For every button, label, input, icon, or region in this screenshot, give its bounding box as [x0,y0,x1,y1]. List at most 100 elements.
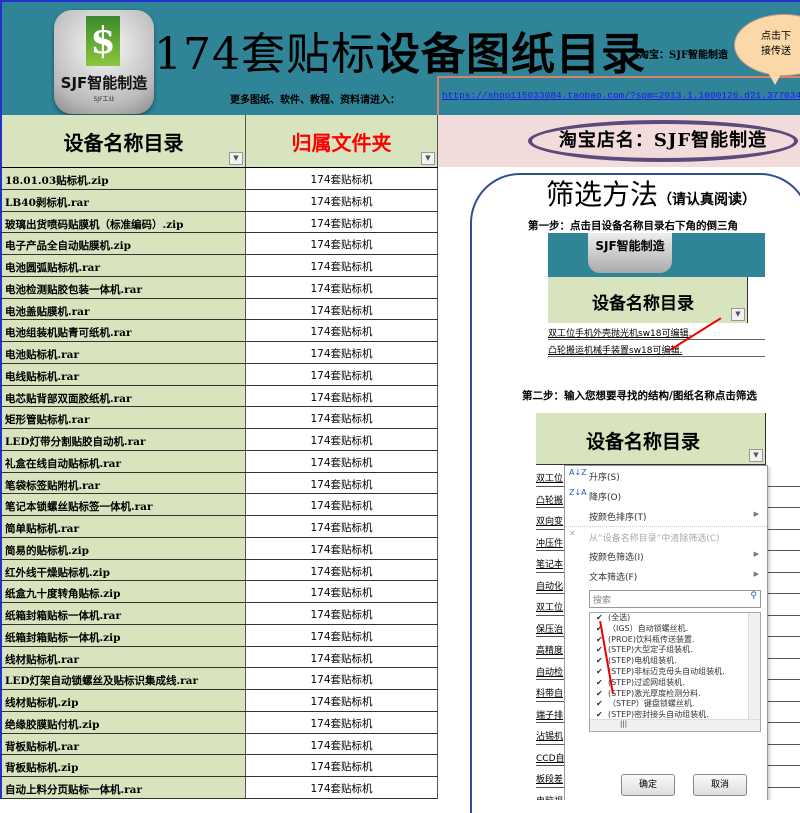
filter-dropdown-icon[interactable]: ▼ [229,152,243,165]
folder-cell[interactable]: 174套贴标机 [246,516,438,537]
table-row[interactable]: 电池检测贴胶包装一体机.rar 174套贴标机 [2,276,438,299]
filter-checkbox-item[interactable]: (STEP)过滤网组装机. [590,678,760,689]
folder-cell[interactable]: 174套贴标机 [246,429,438,450]
filter-checkbox-item[interactable]: （STEP）键盘锁螺丝机. [590,699,760,710]
folder-cell[interactable]: 174套贴标机 [246,690,438,711]
vertical-scrollbar[interactable] [748,613,760,721]
filter-checkbox-item[interactable]: （IGS）自动锁螺丝机. [590,624,760,635]
equipment-name-cell[interactable]: 礼盒在线自动贴标机.rar [2,450,246,472]
folder-cell[interactable]: 174套贴标机 [246,755,438,776]
equipment-name-cell[interactable]: 电芯贴背部双面胶纸机.rar [2,385,246,407]
table-row[interactable]: 笔袋标签贴附机.rar 174套贴标机 [2,472,438,495]
table-row[interactable]: 电芯贴背部双面胶纸机.rar 174套贴标机 [2,385,438,408]
cancel-button[interactable]: 取消 [693,774,747,796]
table-row[interactable]: 背板贴标机.zip 174套贴标机 [2,755,438,777]
table-row[interactable]: 电池贴标机.rar 174套贴标机 [2,342,438,364]
shop-link[interactable]: https://shop115033084.taobao.com/?spm=20… [437,76,800,118]
table-row[interactable]: 礼盒在线自动贴标机.rar 174套贴标机 [2,450,438,473]
text-filter-item[interactable]: 文本筛选(F) ▶ [565,566,767,586]
equipment-name-cell[interactable]: 电子产品全自动贴膜机.zip [2,233,246,254]
sort-ascending-item[interactable]: A↓Z 升序(S) [565,466,767,486]
folder-cell[interactable]: 174套贴标机 [246,777,438,798]
folder-cell[interactable]: 174套贴标机 [246,472,438,494]
equipment-name-cell[interactable]: 笔袋标签贴附机.rar [2,472,246,494]
filter-checkbox-item[interactable]: (全选) [590,613,760,624]
equipment-name-cell[interactable]: 背板贴标机.zip [2,755,246,776]
equipment-name-cell[interactable]: 玻璃出货喷码贴膜机（标准编码）.zip [2,211,246,233]
table-row[interactable]: 电子产品全自动贴膜机.zip 174套贴标机 [2,233,438,255]
equipment-name-cell[interactable]: 简单贴标机.rar [2,516,246,537]
equipment-name-cell[interactable]: 线材贴标机.rar [2,646,246,668]
table-row[interactable]: 纸箱封箱贴标一体机.zip 174套贴标机 [2,624,438,647]
equipment-name-cell[interactable]: LB40剥标机.rar [2,189,246,211]
folder-cell[interactable]: 174套贴标机 [246,581,438,602]
equipment-name-cell[interactable]: 纸盒九十度转角贴标.zip [2,581,246,602]
filter-checkbox-item[interactable]: (STEP)激光厚度检测分料. [590,689,760,700]
table-row[interactable]: 电池圆弧贴标机.rar 174套贴标机 [2,255,438,277]
equipment-name-cell[interactable]: 绝缘胶膜贴付机.zip [2,711,246,733]
table-row[interactable]: LED灯带分割贴胶自动机.rar 174套贴标机 [2,429,438,451]
filter-checkbox-item[interactable]: (STEP)非标迈克母头自动组装机. [590,667,760,678]
filter-dropdown-icon[interactable]: ▼ [421,152,435,165]
table-row[interactable]: 电池组装机贴青可纸机.rar 174套贴标机 [2,320,438,342]
folder-cell[interactable]: 174套贴标机 [246,342,438,363]
table-row[interactable]: 电池盖贴膜机.rar 174套贴标机 [2,298,438,321]
filter-checkbox-item[interactable]: (PROE)饮料瓶传送装置. [590,635,760,646]
folder-cell[interactable]: 174套贴标机 [246,407,438,428]
table-row[interactable]: 红外线干燥贴标机.zip 174套贴标机 [2,559,438,582]
folder-cell[interactable]: 174套贴标机 [246,255,438,276]
filter-value-list[interactable]: (全选)（IGS）自动锁螺丝机.(PROE)饮料瓶传送装置.(STEP)大型定子… [589,612,761,732]
folder-cell[interactable]: 174套贴标机 [246,711,438,733]
folder-cell[interactable]: 174套贴标机 [246,733,438,755]
filter-search-input[interactable]: 搜索 ⚲ [589,590,761,608]
table-row[interactable]: 自动上料分页贴标一体机.rar 174套贴标机 [2,777,438,799]
folder-cell[interactable]: 174套贴标机 [246,276,438,298]
table-row[interactable]: 背板贴标机.rar 174套贴标机 [2,733,438,756]
table-row[interactable]: 18.01.03贴标机.zip 174套贴标机 [2,168,438,190]
sort-by-color-item[interactable]: 按颜色排序(T) ▶ [565,506,767,526]
table-row[interactable]: 玻璃出货喷码贴膜机（标准编码）.zip 174套贴标机 [2,211,438,234]
equipment-name-cell[interactable]: LED灯架自动锁螺丝及贴标识集成线.rar [2,668,246,689]
table-row[interactable]: 矩形管贴标机.rar 174套贴标机 [2,407,438,429]
equipment-name-cell[interactable]: 电池检测贴胶包装一体机.rar [2,276,246,298]
equipment-name-cell[interactable]: 红外线干燥贴标机.zip [2,559,246,581]
table-row[interactable]: LB40剥标机.rar 174套贴标机 [2,189,438,212]
folder-cell[interactable]: 174套贴标机 [246,537,438,559]
folder-cell[interactable]: 174套贴标机 [246,646,438,668]
filter-checkbox-item[interactable]: (STEP)电机组装机. [590,656,760,667]
equipment-name-cell[interactable]: LED灯带分割贴胶自动机.rar [2,429,246,450]
equipment-name-cell[interactable]: 矩形管贴标机.rar [2,407,246,428]
folder-cell[interactable]: 174套贴标机 [246,211,438,233]
equipment-name-cell[interactable]: 自动上料分页贴标一体机.rar [2,777,246,798]
table-row[interactable]: 线材贴标机.rar 174套贴标机 [2,646,438,669]
folder-cell[interactable]: 174套贴标机 [246,603,438,624]
table-row[interactable]: 简单贴标机.rar 174套贴标机 [2,516,438,538]
equipment-name-cell[interactable]: 电池组装机贴青可纸机.rar [2,320,246,341]
folder-cell[interactable]: 174套贴标机 [246,559,438,581]
folder-cell[interactable]: 174套贴标机 [246,494,438,515]
table-row[interactable]: 纸箱封箱贴标一体机.rar 174套贴标机 [2,603,438,625]
filter-by-color-item[interactable]: 按颜色筛选(I) ▶ [565,546,767,566]
table-row[interactable]: 纸盒九十度转角贴标.zip 174套贴标机 [2,581,438,603]
equipment-name-cell[interactable]: 笔记本锁螺丝贴标签一体机.rar [2,494,246,515]
equipment-name-cell[interactable]: 线材贴标机.zip [2,690,246,711]
folder-cell[interactable]: 174套贴标机 [246,320,438,341]
equipment-name-cell[interactable]: 电池贴标机.rar [2,342,246,363]
folder-cell[interactable]: 174套贴标机 [246,233,438,254]
folder-cell[interactable]: 174套贴标机 [246,298,438,320]
ok-button[interactable]: 确定 [621,774,675,796]
equipment-name-cell[interactable]: 简易的贴标机.zip [2,537,246,559]
folder-cell[interactable]: 174套贴标机 [246,168,438,189]
table-row[interactable]: 简易的贴标机.zip 174套贴标机 [2,537,438,560]
table-row[interactable]: 笔记本锁螺丝贴标签一体机.rar 174套贴标机 [2,494,438,516]
table-row[interactable]: 绝缘胶膜贴付机.zip 174套贴标机 [2,711,438,734]
folder-cell[interactable]: 174套贴标机 [246,668,438,689]
filter-checkbox-item[interactable]: (STEP)大型定子组装机. [590,645,760,656]
table-row[interactable]: LED灯架自动锁螺丝及贴标识集成线.rar 174套贴标机 [2,668,438,690]
folder-cell[interactable]: 174套贴标机 [246,189,438,211]
equipment-name-cell[interactable]: 18.01.03贴标机.zip [2,168,246,189]
folder-cell[interactable]: 174套贴标机 [246,624,438,646]
table-row[interactable]: 电线贴标机.rar 174套贴标机 [2,363,438,386]
sort-descending-item[interactable]: Z↓A 降序(O) [565,486,767,506]
equipment-name-cell[interactable]: 背板贴标机.rar [2,733,246,755]
